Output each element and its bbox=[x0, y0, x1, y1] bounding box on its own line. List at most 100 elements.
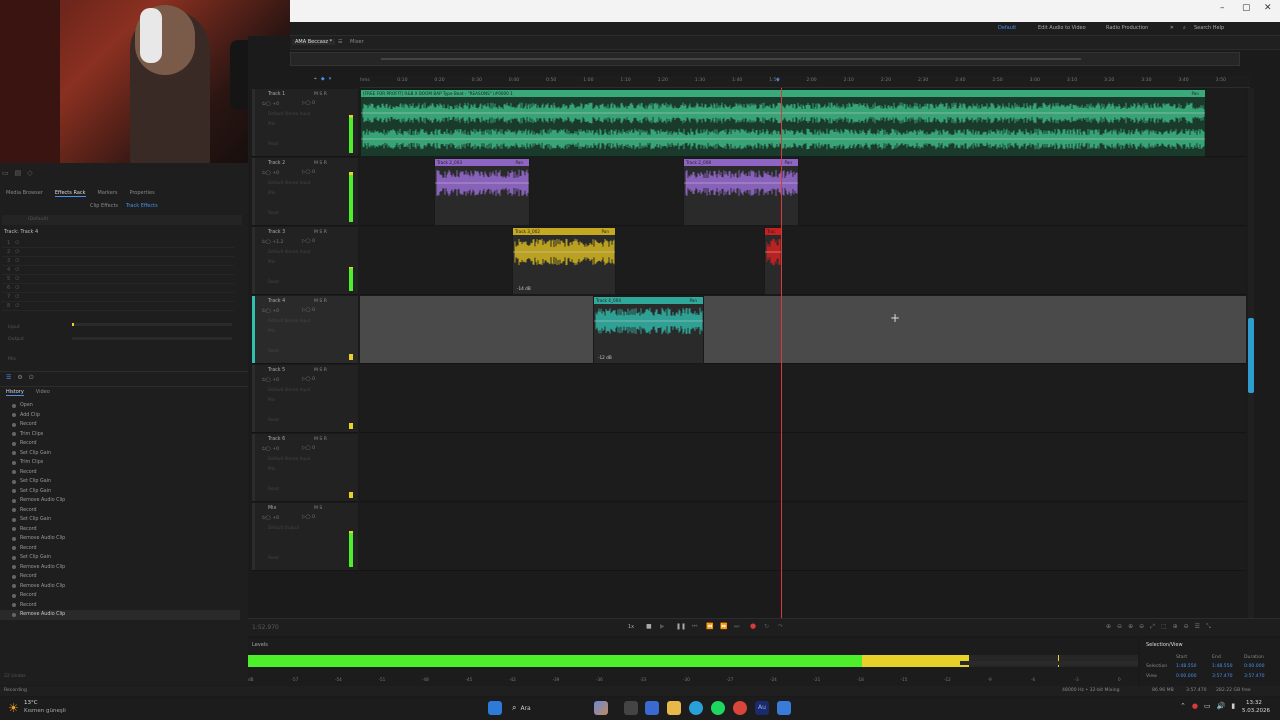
skip-start-icon[interactable]: ⏮ bbox=[692, 623, 697, 631]
skip-icon[interactable]: ↷ bbox=[778, 623, 783, 630]
tab-history[interactable]: History bbox=[6, 389, 24, 396]
track-name[interactable]: Track 1 bbox=[268, 92, 285, 97]
output-select[interactable]: Mix bbox=[268, 190, 275, 195]
skip-end-icon[interactable]: ⏭ bbox=[734, 623, 739, 631]
pause-icon[interactable]: ❚❚ bbox=[676, 623, 686, 630]
maximize-button[interactable]: ▢ bbox=[1242, 3, 1251, 13]
output-select[interactable]: Mix bbox=[268, 121, 275, 126]
track-name[interactable]: Track 3 bbox=[268, 230, 285, 235]
track-lane[interactable] bbox=[360, 296, 1246, 364]
preset-select[interactable]: (Default) bbox=[2, 215, 242, 225]
input-select[interactable]: Default Stereo Input bbox=[268, 318, 310, 323]
track-lane[interactable] bbox=[360, 503, 1246, 571]
history-item[interactable]: Record bbox=[0, 420, 240, 430]
track-name[interactable]: Track 4 bbox=[268, 299, 285, 304]
track-lane[interactable] bbox=[360, 227, 1246, 295]
history-item[interactable]: Record bbox=[0, 601, 240, 611]
history-item[interactable]: Set Clip Gain bbox=[0, 449, 240, 459]
vertical-scrollbar[interactable] bbox=[1248, 88, 1254, 618]
rewind-icon[interactable]: ⏪ bbox=[706, 623, 713, 630]
time-ruler[interactable]: hms 0:10 0:20 0:30 0:40 0:50 1:00 1:10 1:20 1:30 1… bbox=[360, 76, 1250, 88]
play-icon[interactable]: ▶ bbox=[660, 623, 665, 630]
history-item[interactable]: Trim Clips bbox=[0, 458, 240, 468]
volume-knob[interactable]: ⏻◯ +0 bbox=[262, 377, 279, 383]
pan-knob[interactable]: ▷◯ 0 bbox=[302, 446, 315, 451]
tab-media-browser[interactable]: Media Browser bbox=[6, 190, 43, 197]
clip-pan-label[interactable]: Pan bbox=[515, 160, 523, 165]
track-name[interactable]: Track 5 bbox=[268, 368, 285, 373]
record-icon[interactable]: ● bbox=[750, 622, 756, 630]
automation-read[interactable]: Read bbox=[268, 141, 279, 146]
history-item[interactable]: Open bbox=[0, 401, 240, 411]
automation-read[interactable]: Read bbox=[268, 348, 279, 353]
clip-pan-label[interactable]: Pan bbox=[784, 160, 792, 165]
tray-volume-icon[interactable]: 🔊 bbox=[1217, 702, 1226, 710]
pan-knob[interactable]: ▷◯ 0 bbox=[302, 101, 315, 106]
pan-knob[interactable]: ▷◯ 0 bbox=[302, 308, 315, 313]
mute-solo-arm[interactable]: M S bbox=[314, 506, 322, 511]
mute-solo-arm[interactable]: M S R bbox=[314, 230, 327, 235]
history-item[interactable]: Record bbox=[0, 525, 240, 535]
history-item[interactable]: Set Clip Gain bbox=[0, 487, 240, 497]
history-item[interactable]: Set Clip Gain bbox=[0, 515, 240, 525]
selection-duration[interactable]: 0:00.000 bbox=[1244, 664, 1265, 669]
file-explorer-icon[interactable] bbox=[667, 701, 681, 715]
output-select[interactable]: Mix bbox=[268, 259, 275, 264]
automation-read[interactable]: Read bbox=[268, 555, 279, 560]
history-item[interactable]: Remove Audio Clip bbox=[0, 582, 240, 592]
mute-solo-arm[interactable]: M S R bbox=[314, 299, 327, 304]
playhead-handle[interactable]: ▾ bbox=[776, 76, 784, 88]
track-header[interactable]: Track 5 M S R ⏻◯ +0 ▷◯ 0 Default Stereo Inpu… bbox=[252, 365, 358, 433]
mute-solo-arm[interactable]: M S R bbox=[314, 437, 327, 442]
zoom-tracks-icon[interactable]: ☰ bbox=[1195, 623, 1200, 631]
track-header[interactable]: Track 1 M S R ⏻◯ +0 ▷◯ 0 Default Stereo Inpu… bbox=[252, 89, 358, 157]
start-icon[interactable] bbox=[488, 701, 502, 715]
task-view-icon[interactable] bbox=[624, 701, 638, 715]
store-icon[interactable] bbox=[645, 701, 659, 715]
zoom-in-amplitude-icon[interactable]: ⊕ bbox=[1106, 623, 1111, 631]
zoom-out-amplitude-icon[interactable]: ⊖ bbox=[1117, 623, 1122, 631]
session-menu-icon[interactable]: ☰ bbox=[338, 39, 342, 45]
playhead-icon[interactable]: ▾ bbox=[329, 76, 332, 82]
history-item[interactable]: Record bbox=[0, 468, 240, 478]
view-duration[interactable]: 3:57.470 bbox=[1244, 674, 1265, 679]
history-item[interactable]: Set Clip Gain bbox=[0, 553, 240, 563]
output-select[interactable]: Mix bbox=[268, 328, 275, 333]
rack-slot[interactable]: 1 ⏻ bbox=[2, 239, 234, 248]
zoom-in-time-icon[interactable]: ⊕ bbox=[1128, 623, 1133, 631]
track-name[interactable]: Mix bbox=[268, 506, 276, 511]
view-start[interactable]: 0:00.000 bbox=[1176, 674, 1197, 679]
input-select[interactable]: Default Output bbox=[268, 525, 299, 530]
speed-select[interactable]: 1x bbox=[628, 624, 634, 630]
zoom-selection-icon[interactable]: ⬚ bbox=[1161, 623, 1167, 631]
history-item[interactable]: Set Clip Gain bbox=[0, 477, 240, 487]
history-item[interactable]: Record bbox=[0, 572, 240, 582]
track-header[interactable]: Track 3 M S R ⏻◯ +1.2 ▷◯ 0 Default Stereo In… bbox=[252, 227, 358, 295]
history-item[interactable]: Remove Audio Clip bbox=[0, 563, 240, 573]
rack-list-icon[interactable]: ☰ bbox=[6, 374, 11, 381]
close-button[interactable]: ✕ bbox=[1264, 3, 1272, 13]
tab-clip-effects[interactable]: Clip Effects bbox=[90, 203, 118, 209]
track-header[interactable]: Track 4 M S R ⏻◯ +0 ▷◯ 0 Default Stereo Inpu… bbox=[252, 296, 358, 364]
audio-clip[interactable]: Track 3_002 Pan -14 dB bbox=[512, 227, 616, 295]
volume-knob[interactable]: ⏻◯ +1.2 bbox=[262, 239, 283, 245]
tray-display-icon[interactable]: ▭ bbox=[1204, 702, 1211, 710]
selection-end[interactable]: 1:48.550 bbox=[1212, 664, 1233, 669]
track-lane[interactable] bbox=[360, 365, 1246, 433]
input-select[interactable]: Default Stereo Input bbox=[268, 456, 310, 461]
track-lane[interactable] bbox=[360, 434, 1246, 502]
history-item[interactable]: Record bbox=[0, 591, 240, 601]
workspace-default[interactable]: Default bbox=[998, 25, 1016, 31]
rack-settings-icon[interactable]: ⚙ bbox=[17, 374, 22, 381]
pan-knob[interactable]: ▷◯ 0 bbox=[302, 515, 315, 520]
volume-knob[interactable]: ⏻◯ +0 bbox=[262, 308, 279, 314]
tab-effects-rack[interactable]: Effects Rack bbox=[54, 190, 86, 197]
tab-session[interactable]: AMA Beccasz * bbox=[292, 39, 336, 45]
snap-icon[interactable]: ◆ bbox=[321, 76, 325, 82]
history-item[interactable]: Remove Audio Clip bbox=[0, 610, 240, 620]
notepad-icon[interactable] bbox=[777, 701, 791, 715]
track-header[interactable]: Mix M S ⏻◯ +0 ▷◯ 0 Default Output Read bbox=[252, 503, 358, 571]
zoom-out-time-icon[interactable]: ⊖ bbox=[1139, 623, 1144, 631]
selection-start[interactable]: 1:48.550 bbox=[1176, 664, 1197, 669]
track-name[interactable]: Track 2 bbox=[268, 161, 285, 166]
